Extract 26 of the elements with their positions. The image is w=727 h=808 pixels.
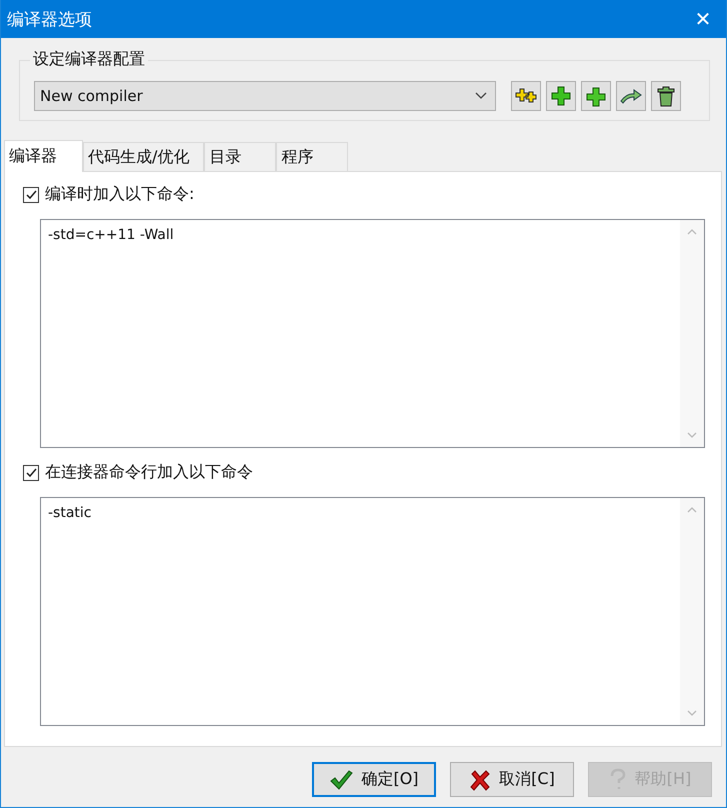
compiler-dropdown[interactable]: New compiler bbox=[34, 81, 496, 111]
ok-button[interactable]: 确定[O] bbox=[312, 762, 436, 797]
window-title: 编译器选项 bbox=[7, 8, 92, 30]
chevron-down-icon bbox=[475, 92, 487, 100]
plus-icon bbox=[550, 85, 572, 107]
tab[interactable]: 程序 bbox=[276, 142, 348, 171]
close-icon bbox=[469, 768, 492, 790]
toolbar-button[interactable] bbox=[581, 81, 611, 111]
tab[interactable]: 编译器 bbox=[4, 140, 83, 172]
toolbar-button[interactable] bbox=[651, 81, 681, 111]
tab[interactable]: 代码生成/优化 bbox=[83, 142, 204, 171]
checkbox-label: 在连接器命令行加入以下命令 bbox=[45, 462, 253, 483]
text-area[interactable]: -std=c++11 -Wall bbox=[40, 219, 705, 448]
checkbox[interactable] bbox=[23, 464, 39, 480]
toolbar-button[interactable] bbox=[546, 81, 576, 111]
trash-icon bbox=[655, 84, 677, 108]
checkbox-label: 编译时加入以下命令: bbox=[45, 184, 194, 205]
text-area[interactable]: -static bbox=[40, 497, 705, 726]
toolbar-button[interactable] bbox=[616, 81, 646, 111]
cancel-button[interactable]: 取消[C] bbox=[450, 762, 574, 797]
checkbox[interactable] bbox=[23, 186, 39, 202]
tab[interactable]: 目录 bbox=[204, 142, 276, 171]
checkmark-icon bbox=[329, 768, 354, 790]
toolbar-button[interactable] bbox=[511, 81, 541, 111]
plus-icon bbox=[585, 85, 607, 107]
close-button[interactable]: ✕ bbox=[680, 0, 726, 38]
